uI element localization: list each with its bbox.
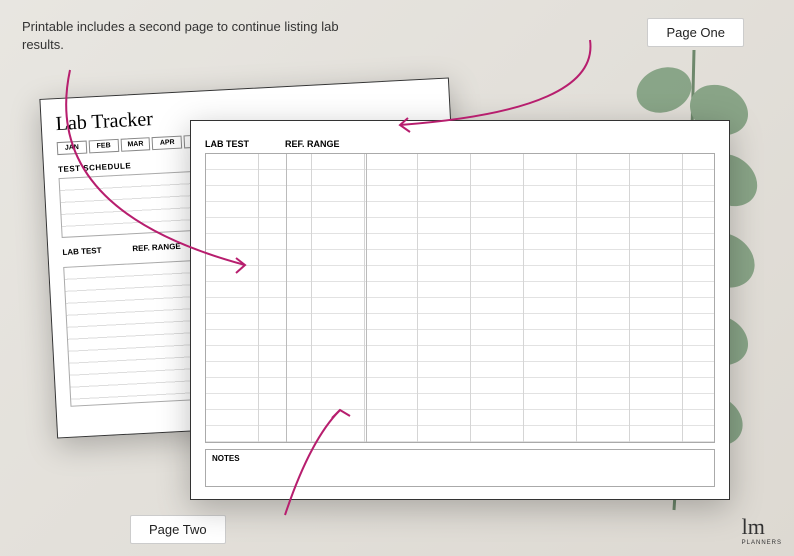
- brand-initials: lm: [742, 514, 765, 539]
- page-two-badge: Page Two: [130, 515, 226, 544]
- page-two-headers: LAB TEST REF. RANGE: [205, 135, 715, 153]
- brand-word: PLANNERS: [742, 540, 782, 546]
- month-cell: APR: [152, 136, 182, 151]
- notes-section: NOTES: [205, 449, 715, 487]
- page-two-sheet: LAB TEST REF. RANGE NOTES: [190, 120, 730, 500]
- brand-logo: lm PLANNERS: [742, 514, 782, 546]
- month-cell: MAR: [120, 137, 150, 152]
- month-cell: FEB: [88, 139, 118, 154]
- col-ref-range: REF. RANGE: [132, 241, 192, 253]
- product-caption: Printable includes a second page to cont…: [22, 18, 342, 54]
- col-lab-test: LAB TEST: [62, 244, 132, 257]
- notes-label: NOTES: [212, 454, 708, 463]
- col-ref-range: REF. RANGE: [285, 139, 365, 149]
- col-lab-test: LAB TEST: [205, 139, 285, 149]
- page-one-badge: Page One: [647, 18, 744, 47]
- month-cell: JAN: [57, 141, 87, 156]
- page-two-grid: [205, 153, 715, 443]
